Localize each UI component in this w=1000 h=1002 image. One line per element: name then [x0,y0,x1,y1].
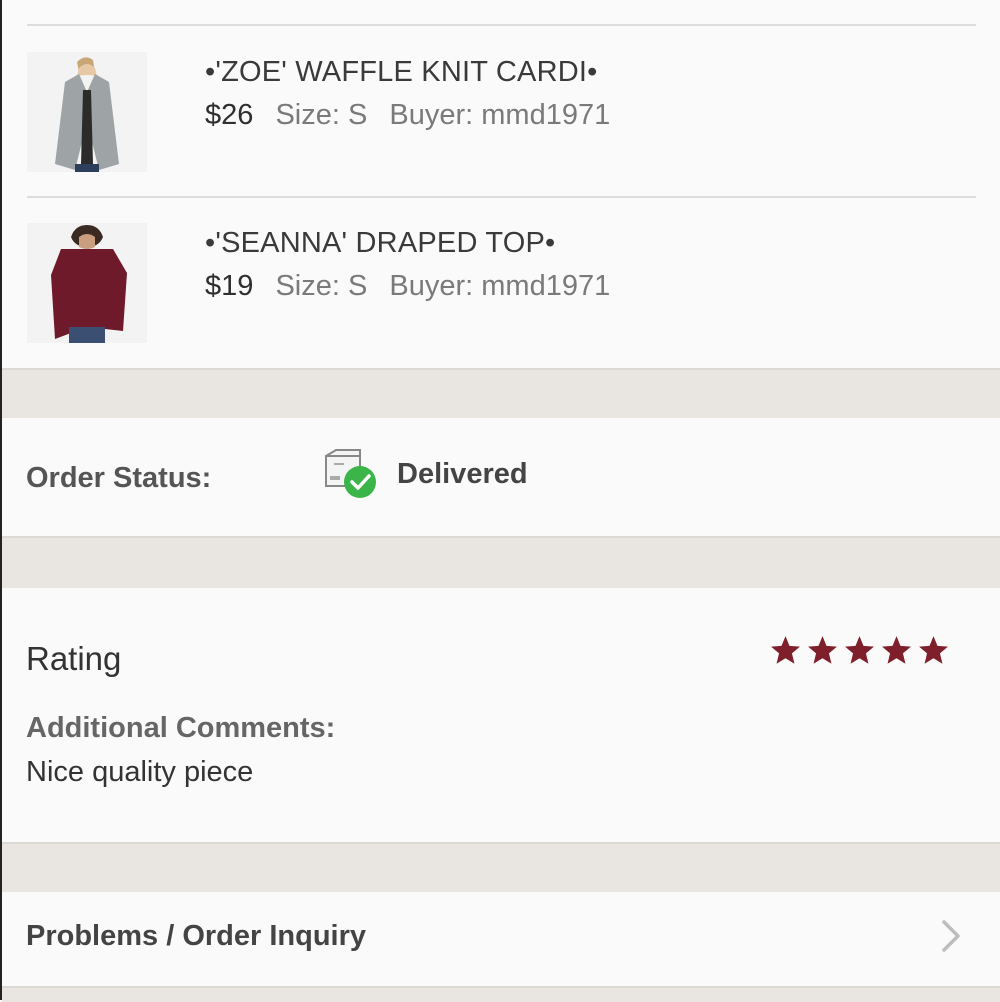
star-icon [808,636,837,664]
order-inquiry-row[interactable]: Problems / Order Inquiry [2,892,1000,986]
section-separator [2,536,1000,588]
order-status-value: Delivered [397,458,528,490]
order-status-label: Order Status: [26,462,212,494]
package-delivered-icon [320,448,380,500]
star-icon [919,636,948,664]
order-item[interactable]: •'ZOE' WAFFLE KNIT CARDI• $26 Size: S Bu… [27,52,976,174]
item-title: •'SEANNA' DRAPED TOP• [205,227,556,259]
item-price: $19 [205,270,254,302]
star-icon [882,636,911,664]
divider [27,196,976,198]
item-price: $26 [205,99,254,131]
rating-label: Rating [26,640,122,677]
item-title: •'ZOE' WAFFLE KNIT CARDI• [205,56,598,88]
item-size: Size: S [275,99,368,131]
item-thumbnail [27,52,147,172]
order-item[interactable]: •'SEANNA' DRAPED TOP• $19 Size: S Buyer:… [27,223,976,345]
section-separator [2,842,1000,892]
item-meta: $19 Size: S Buyer: mmd1971 [205,270,610,303]
item-buyer: Buyer: mmd1971 [389,270,611,302]
order-items-panel: •'ZOE' WAFFLE KNIT CARDI• $26 Size: S Bu… [2,0,1000,368]
item-meta: $26 Size: S Buyer: mmd1971 [205,99,610,132]
item-buyer: Buyer: mmd1971 [389,99,611,131]
order-inquiry-label: Problems / Order Inquiry [26,920,367,952]
star-icon [845,636,874,664]
divider [27,24,976,26]
star-icon [771,636,800,664]
section-separator [2,368,1000,418]
comments-text: Nice quality piece [26,756,254,788]
item-size: Size: S [275,270,368,302]
chevron-right-icon [940,918,964,954]
item-thumbnail [27,223,147,343]
comments-label: Additional Comments: [26,712,336,744]
order-status-panel: Order Status: Delivered [2,418,1000,536]
rating-stars [769,634,950,667]
rating-panel: Rating Additional Comments: Nice quality… [2,588,1000,842]
